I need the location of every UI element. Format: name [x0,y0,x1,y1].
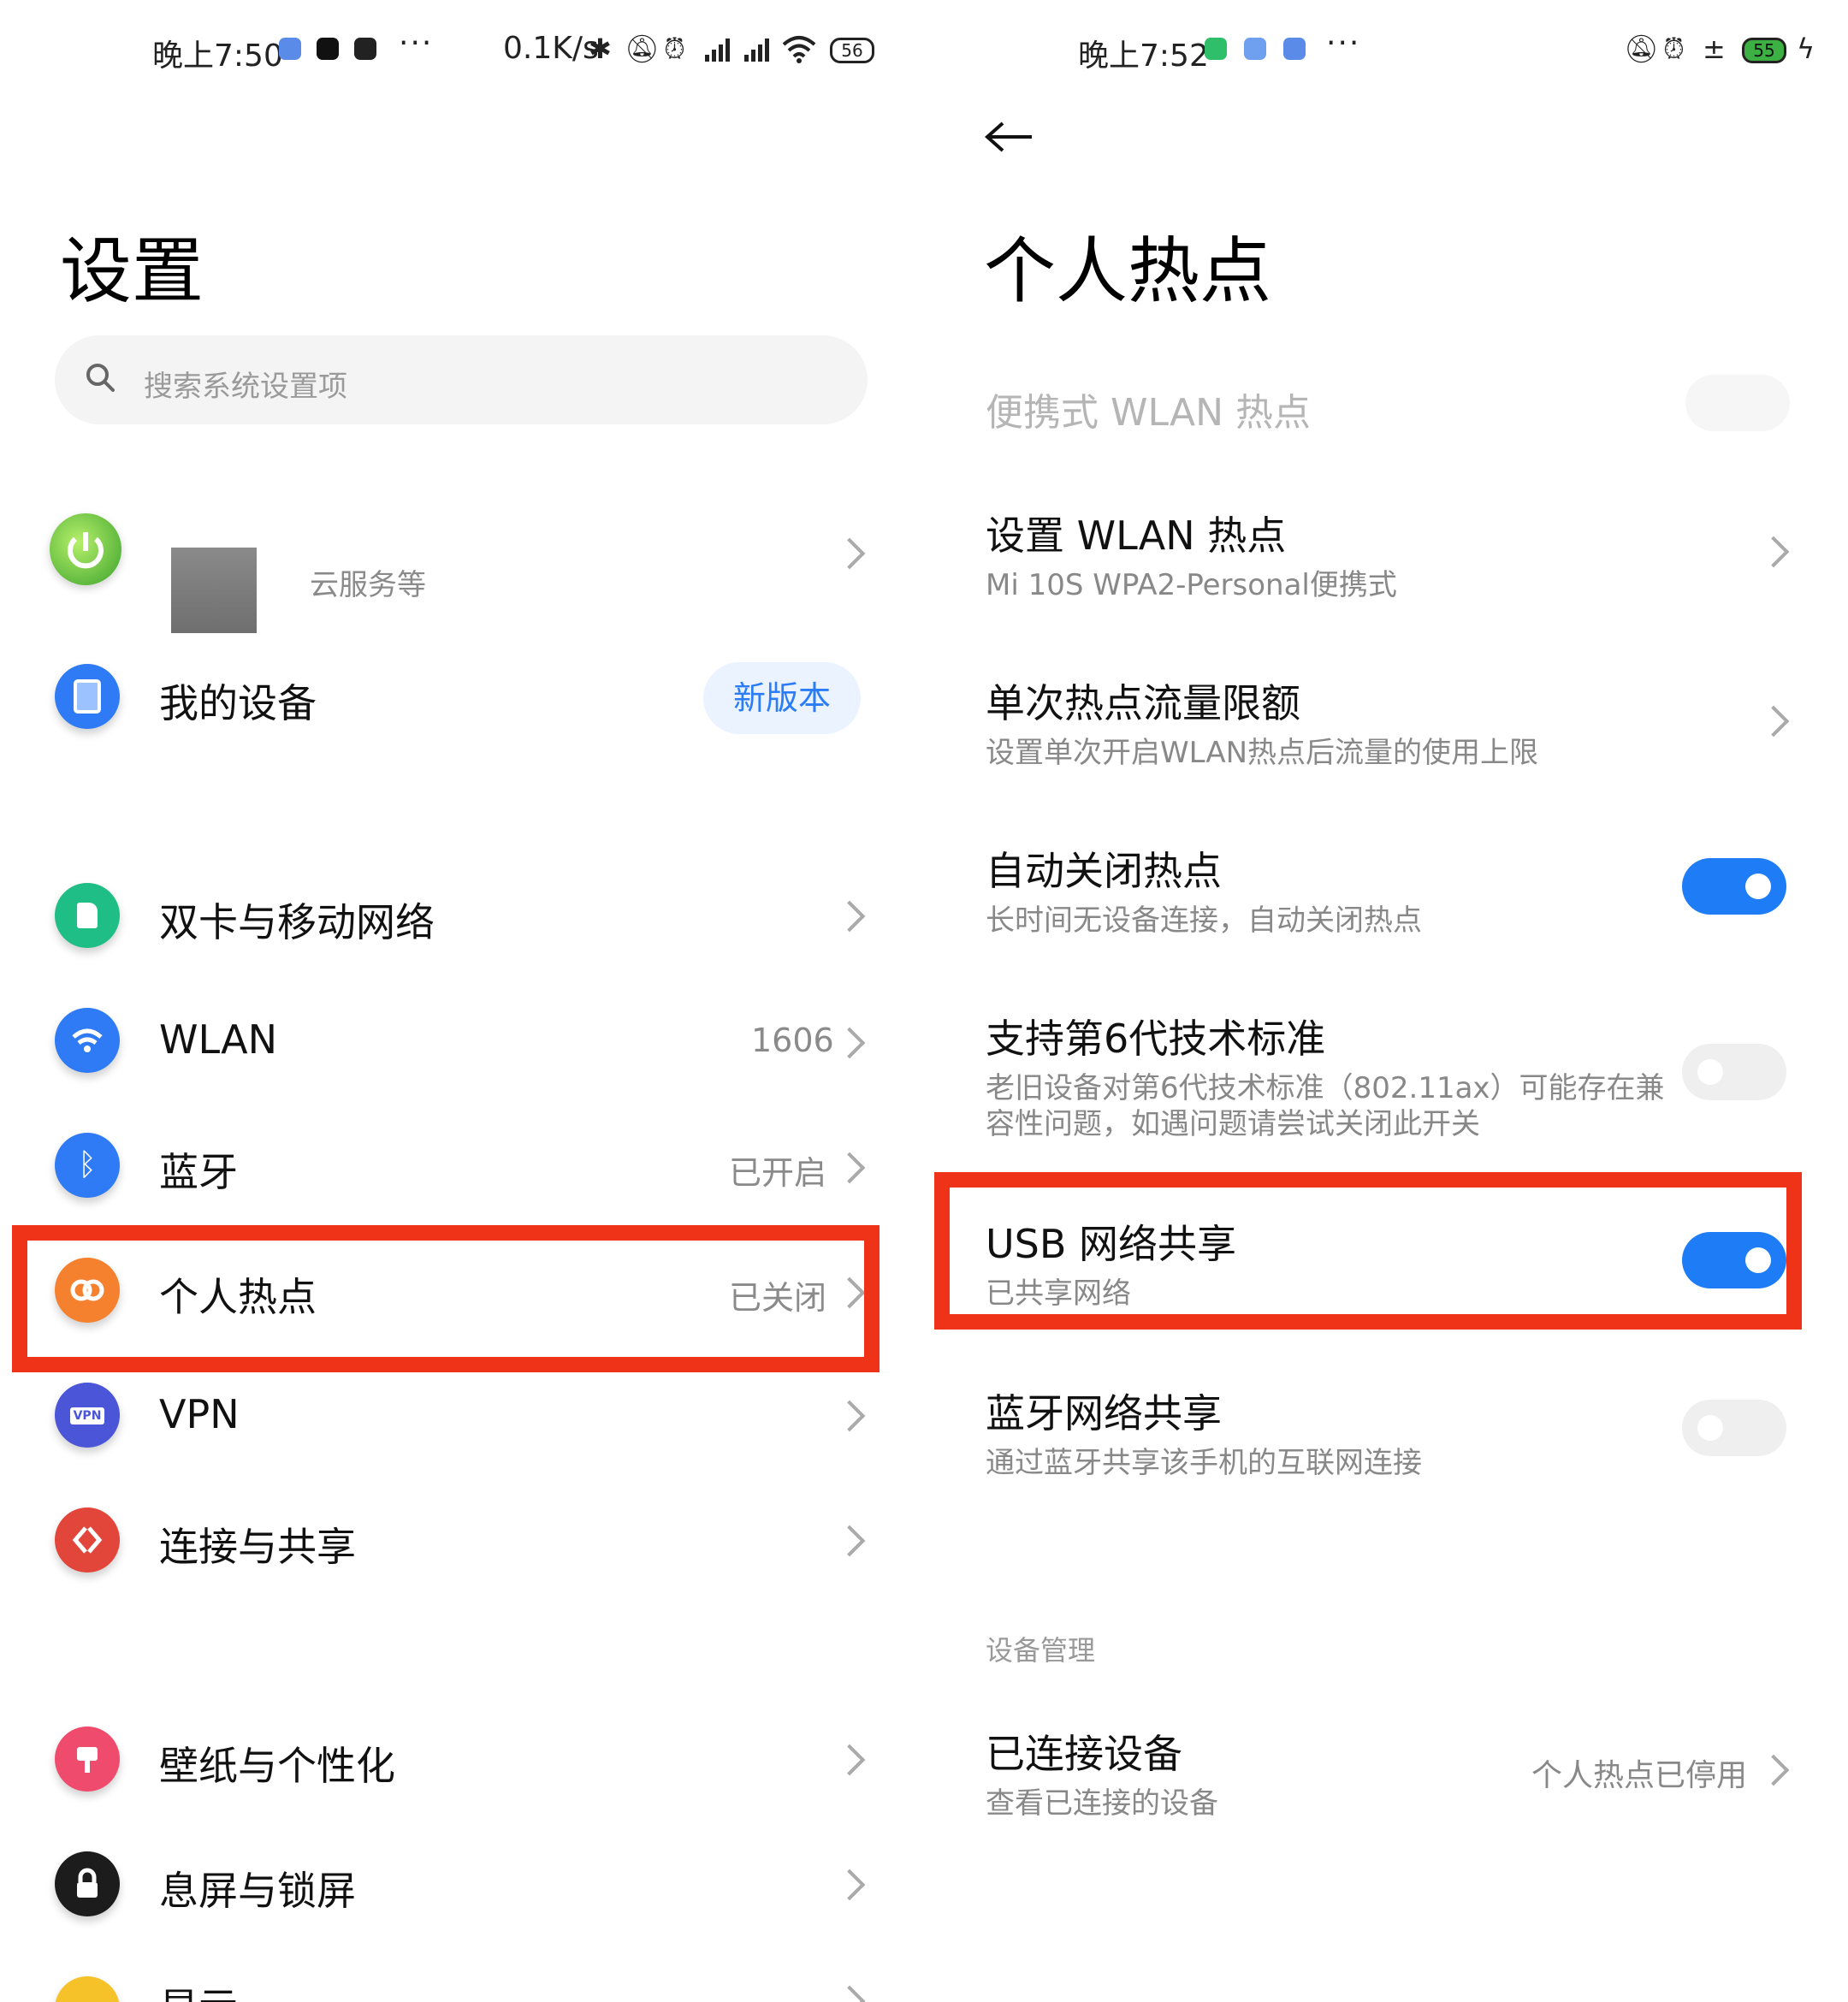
chevron-right-icon[interactable] [833,537,866,570]
charging-icon: ϟ [1797,33,1815,65]
alarm-icon: ⏰︎ [1663,33,1685,65]
connected-devices-value: 个人热点已停用 [1531,1758,1748,1793]
chevron-right-icon [833,1525,866,1557]
settings-screen: 晚上7:50 ··· 0.1K/s ✱ 🔕︎ ⏰︎ 56 设置 搜索系统设置项 … [0,0,924,2002]
battery-icon: 55 [1742,38,1786,63]
mute-icon: 🔕︎ [625,33,660,65]
page-title: 个人热点 [984,229,1272,313]
bluetooth-label: 蓝牙 [159,1149,238,1195]
toggle-knob [1697,1415,1723,1441]
chevron-right-icon [833,1869,866,1901]
chevron-right-icon [833,1027,866,1059]
page-title: 设置 [60,229,204,313]
bluetooth-status-icon: ✱ [589,33,612,65]
wifi6-toggle[interactable] [1682,1044,1786,1100]
wlan-label: WLAN [159,1016,278,1063]
my-device-icon [55,664,120,729]
lockscreen-label: 息屏与锁屏 [159,1868,356,1914]
signal-icon [703,36,734,67]
chevron-right-icon [1757,705,1790,737]
alarm-icon: ⏰︎ [664,33,685,65]
more-notifications-icon: ··· [1326,26,1361,61]
data-limit-title: 单次热点流量限额 [986,680,1300,726]
connection-sharing-label: 连接与共享 [159,1524,356,1570]
auto-off-subtitle: 长时间无设备连接，自动关闭热点 [986,903,1422,938]
chevron-right-icon [833,1985,866,2002]
toggle-knob [1745,874,1771,899]
lock-icon [55,1851,120,1916]
wifi6-title: 支持第6代技术标准 [986,1016,1326,1062]
sim-card-icon [55,883,120,948]
vpn-label: VPN [159,1391,240,1437]
account-avatar-icon [50,513,121,585]
chevron-right-icon [833,900,866,933]
connection-sharing-icon [55,1507,120,1573]
data-saver-icon: ± [1703,33,1726,65]
notification-icon [1244,38,1266,60]
account-subtitle: 云服务等 [310,568,426,602]
chevron-right-icon [1757,536,1790,568]
wallpaper-icon [55,1727,120,1792]
battery-icon: 56 [830,38,874,63]
hotspot-screen: 晚上7:52 ··· 🔕︎ ⏰︎ ± 55 ϟ 个人热点 便携式 WLAN 热点… [924,0,1848,2002]
chevron-right-icon [833,1744,866,1776]
portable-wlan-label: 便携式 WLAN 热点 [986,391,1312,435]
vpn-icon: VPN [55,1383,120,1448]
my-device-label[interactable]: 我的设备 [159,672,317,729]
app-notification-icon [354,38,376,60]
new-version-badge[interactable]: 新版本 [703,662,861,734]
network-speed: 0.1K/s [503,31,599,66]
display-icon [55,1976,120,2002]
sim-network-label: 双卡与移动网络 [159,899,435,945]
chevron-right-icon [1757,1754,1790,1786]
mute-icon: 🔕︎ [1624,33,1659,65]
more-notifications-icon: ··· [399,26,434,61]
bluetooth-icon: ᛒ [55,1133,120,1198]
section-header: 设备管理 [986,1634,1096,1667]
vpn-icon-text: VPN [69,1407,105,1424]
auto-off-title: 自动关闭热点 [986,848,1222,894]
chevron-right-icon [833,1400,866,1432]
bt-tether-subtitle: 通过蓝牙共享该手机的互联网连接 [986,1446,1422,1480]
setup-wlan-subtitle: Mi 10S WPA2-Personal便携式 [986,568,1397,602]
wifi-status-icon [780,34,818,67]
chevron-right-icon [833,1152,866,1184]
app-notification-icon [1205,38,1227,60]
connected-devices-title: 已连接设备 [986,1731,1182,1777]
status-time: 晚上7:52 [1078,38,1209,74]
auto-off-toggle[interactable] [1682,858,1786,915]
wifi-icon [55,1008,120,1073]
bluetooth-value: 已开启 [729,1154,827,1192]
bt-tether-title: 蓝牙网络共享 [986,1390,1222,1436]
notification-icon [279,38,301,60]
wifi6-subtitle-line2: 容性问题，如遇问题请尝试关闭此开关 [986,1107,1480,1141]
wlan-value: 1606 [751,1022,834,1059]
wallpaper-label: 壁纸与个性化 [159,1743,395,1789]
highlight-box [12,1225,880,1372]
bt-tether-toggle[interactable] [1682,1400,1786,1456]
signal-icon-2 [743,36,773,67]
back-arrow-icon[interactable] [984,120,1035,154]
display-label: 显示 [159,1976,238,2002]
data-limit-subtitle: 设置单次开启WLAN热点后流量的使用上限 [986,736,1539,770]
search-icon [86,364,115,392]
toggle-knob [1697,1059,1723,1085]
avatar[interactable] [171,548,257,633]
connected-devices-subtitle: 查看已连接的设备 [986,1786,1218,1821]
highlight-box [934,1172,1802,1330]
portable-wlan-toggle[interactable] [1685,375,1790,431]
setup-wlan-title: 设置 WLAN 热点 [986,512,1287,559]
notification-icon-2 [1283,38,1306,60]
search-input[interactable]: 搜索系统设置项 [144,363,347,405]
tiktok-icon [317,38,339,60]
status-time: 晚上7:50 [152,38,283,74]
